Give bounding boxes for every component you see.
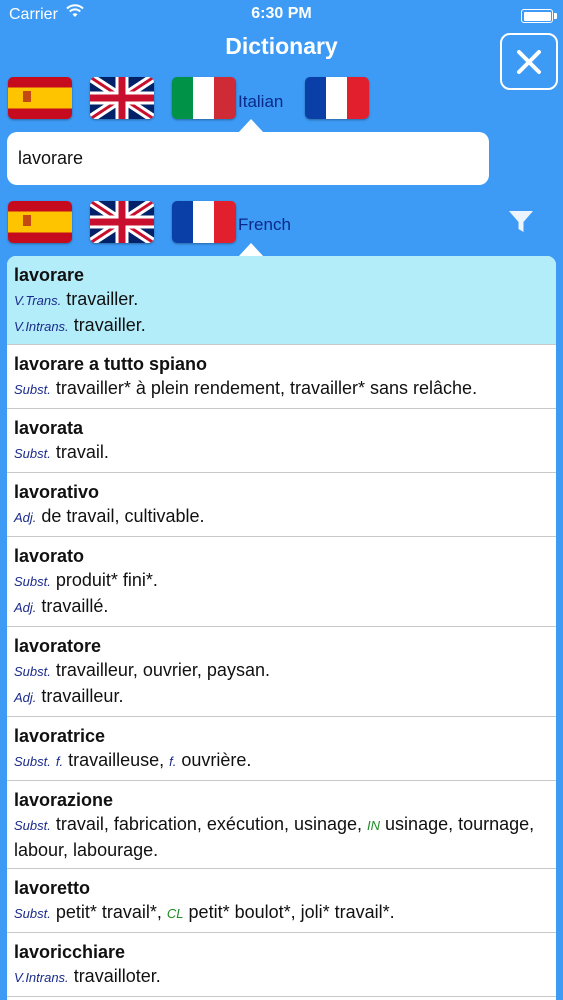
- sense-line: Adj. travailleur.: [14, 684, 548, 710]
- sense-line: V.Intrans. travailloter.: [14, 964, 548, 990]
- part-of-speech-label: Subst.: [14, 446, 51, 461]
- sense-line: Subst. travail.: [14, 440, 548, 466]
- flag-uk-target[interactable]: [90, 201, 154, 243]
- headword: lavoratrice: [14, 726, 106, 746]
- headword: lavoretto: [14, 878, 91, 898]
- headword: lavorativo: [14, 482, 100, 502]
- sense-line: Subst. f. travailleuse, f. ouvrière.: [14, 748, 548, 774]
- headword: lavorazione: [14, 790, 114, 810]
- flag-france-source[interactable]: [305, 77, 369, 119]
- translation-text: petit* travail*,: [55, 902, 167, 922]
- headword: lavorata: [14, 418, 84, 438]
- target-language-label: French: [238, 215, 291, 234]
- list-item[interactable]: lavorata Subst. travail.: [7, 409, 556, 473]
- list-item[interactable]: lavoratrice Subst. f. travailleuse, f. ouvri…: [7, 717, 556, 781]
- translation-text: ouvrière.: [181, 750, 252, 770]
- part-of-speech-label: Adj.: [14, 690, 37, 705]
- gender-label: f.: [169, 754, 177, 769]
- headword: lavoricchiare: [14, 942, 126, 962]
- part-of-speech-label: Subst.: [14, 382, 51, 397]
- headword: lavorare a tutto spiano: [14, 354, 208, 374]
- register-tag: IN: [367, 818, 381, 833]
- search-input[interactable]: lavorare: [7, 132, 489, 185]
- close-icon: [517, 49, 541, 74]
- sense-line: Subst. travailleur, ouvrier, paysan.: [14, 658, 548, 684]
- sense-line: V.Intrans. travailler.: [14, 313, 548, 339]
- part-of-speech-label: V.Trans.: [14, 293, 62, 308]
- part-of-speech-label: Adj.: [14, 600, 37, 615]
- part-of-speech-label: Subst.: [14, 574, 51, 589]
- flag-spain-target[interactable]: [8, 201, 72, 243]
- list-item[interactable]: lavorare V.Trans. travailler. V.Intrans. tra…: [7, 256, 556, 345]
- filter-icon[interactable]: [507, 208, 535, 241]
- sense-line: Adj. travaillé.: [14, 594, 548, 620]
- translation-text: travail.: [55, 442, 109, 462]
- list-item[interactable]: lavorato Subst. produit* fini*. Adj. travail…: [7, 537, 556, 627]
- translation-text: travailler* à plein rendement, travaille…: [55, 378, 478, 398]
- flag-uk-source[interactable]: [90, 77, 154, 119]
- translation-text: travailler.: [66, 289, 139, 309]
- translation-text: travail, fabrication, exécution, usinage…: [55, 814, 368, 834]
- results-list: lavorare V.Trans. travailler. V.Intrans. tra…: [7, 256, 556, 1000]
- sense-line: Subst. petit* travail*, CL petit* boulot*,…: [14, 900, 548, 926]
- headword: lavorato: [14, 546, 85, 566]
- part-of-speech-label: Subst.: [14, 818, 51, 833]
- results-callout-pointer: [238, 243, 264, 257]
- translation-text: travailler.: [73, 315, 146, 335]
- list-item[interactable]: lavoratore Subst. travailleur, ouvrier, pa…: [7, 627, 556, 717]
- list-item[interactable]: lavorare a tutto spiano Subst. travailler*…: [7, 345, 556, 409]
- list-item[interactable]: lavoricchiare V.Intrans. travailloter.: [7, 933, 556, 997]
- flag-spain-source[interactable]: [8, 77, 72, 119]
- headword: lavorare: [14, 265, 85, 285]
- register-tag: CL: [166, 906, 184, 921]
- translation-text: travailleur, ouvrier, paysan.: [55, 660, 270, 680]
- translation-text: de travail, cultivable.: [41, 506, 205, 526]
- page-title: Dictionary: [225, 33, 338, 59]
- battery-icon: [521, 9, 557, 23]
- close-button[interactable]: [500, 33, 558, 90]
- source-language-label: Italian: [238, 92, 284, 111]
- sense-line: Adj. de travail, cultivable.: [14, 504, 548, 530]
- part-of-speech-label: Subst.: [14, 754, 51, 769]
- flag-france-target[interactable]: [172, 201, 236, 243]
- part-of-speech-label: Subst.: [14, 906, 51, 921]
- list-item[interactable]: lavorativo Adj. de travail, cultivable.: [7, 473, 556, 537]
- part-of-speech-label: Adj.: [14, 510, 37, 525]
- translation-text: travailleur.: [41, 686, 124, 706]
- translation-text: travailloter.: [73, 966, 161, 986]
- translation-text: produit* fini*.: [55, 570, 158, 590]
- status-bar: Carrier 6:30 PM: [0, 0, 563, 30]
- translation-text: petit* boulot*, joli* travail*.: [188, 902, 395, 922]
- sense-line: Subst. produit* fini*.: [14, 568, 548, 594]
- sense-line: V.Trans. travailler.: [14, 287, 548, 313]
- flag-italy-source[interactable]: [172, 77, 236, 119]
- sense-line: Subst. travailler* à plein rendement, tra…: [14, 376, 548, 402]
- translation-text: travailleuse,: [68, 750, 170, 770]
- gender-label: f.: [55, 754, 64, 769]
- part-of-speech-label: V.Intrans.: [14, 319, 69, 334]
- part-of-speech-label: Subst.: [14, 664, 51, 679]
- headword: lavoratore: [14, 636, 102, 656]
- list-item[interactable]: lavoretto Subst. petit* travail*, CL petit*…: [7, 869, 556, 933]
- clock: 6:30 PM: [251, 5, 312, 22]
- translation-text: travaillé.: [41, 596, 109, 616]
- sense-line: Subst. travail, fabrication, exécution, u…: [14, 812, 548, 862]
- search-callout-pointer: [238, 119, 264, 133]
- part-of-speech-label: V.Intrans.: [14, 970, 69, 985]
- list-item[interactable]: lavorazione Subst. travail, fabrication, e…: [7, 781, 556, 869]
